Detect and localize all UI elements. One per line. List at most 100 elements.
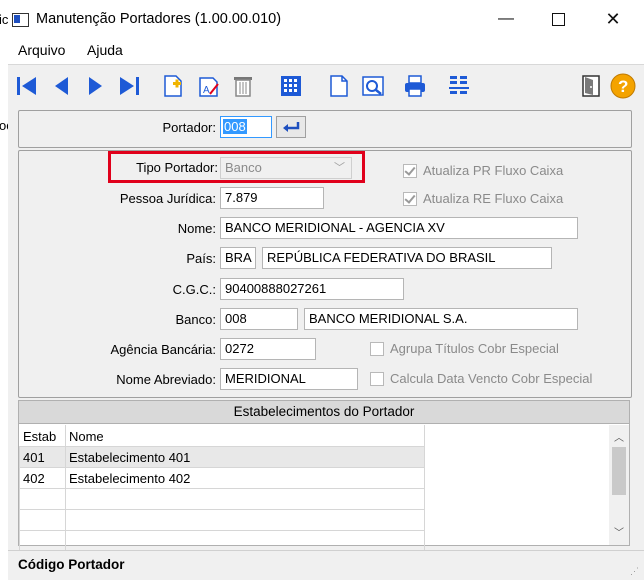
atualiza-re-checkbox[interactable]: Atualiza RE Fluxo Caixa <box>403 191 563 206</box>
status-bar: Código Portador ⋰ <box>8 550 644 580</box>
table-row[interactable] <box>19 530 426 552</box>
toolbar: A ? <box>8 64 644 108</box>
pessoa-juridica-input[interactable]: 7.879 <box>220 187 324 209</box>
tipo-portador-select[interactable]: Banco ﹀ <box>220 157 352 179</box>
maximize-icon <box>551 12 565 26</box>
edit-icon: A <box>199 77 219 97</box>
estab-cell[interactable] <box>19 488 66 510</box>
checkbox-checked-icon <box>403 163 417 178</box>
svg-text:?: ? <box>618 77 628 96</box>
pais-label: País: <box>186 251 216 266</box>
details-group <box>18 150 632 398</box>
estab-cell[interactable]: 401 <box>19 446 66 468</box>
calcula-data-checkbox[interactable]: Calcula Data Vencto Cobr Especial <box>370 371 592 386</box>
grid-table: Estab Nome 401 Estabelecimento 401 402 E… <box>19 425 426 552</box>
print-button[interactable] <box>400 71 430 101</box>
calcula-data-label: Calcula Data Vencto Cobr Especial <box>390 371 593 386</box>
last-icon <box>120 77 139 95</box>
nome-abreviado-label: Nome Abreviado: <box>116 372 216 387</box>
column-header-estab[interactable]: Estab <box>19 425 66 447</box>
banco-label: Banco: <box>175 312 216 327</box>
cgc-label: C.G.C.: <box>172 282 216 297</box>
atualiza-pr-checkbox[interactable]: Atualiza PR Fluxo Caixa <box>403 163 563 178</box>
help-button[interactable]: ? <box>608 71 638 101</box>
exit-button[interactable] <box>576 71 606 101</box>
close-button[interactable]: ✕ <box>590 0 636 38</box>
estab-cell[interactable]: 402 <box>19 467 66 489</box>
list-button[interactable] <box>444 71 474 101</box>
estabelecimentos-grid: Estabelecimentos do Portador Estab Nome … <box>18 400 630 552</box>
blank-page-button[interactable] <box>324 71 354 101</box>
estab-cell[interactable] <box>19 530 66 552</box>
preview-button[interactable] <box>358 71 388 101</box>
table-row[interactable] <box>19 488 426 510</box>
background-window-fragment: ic <box>0 12 9 27</box>
chevron-down-icon: ﹀ <box>334 162 345 174</box>
portador-enter-button[interactable] <box>276 116 306 138</box>
resize-grip-icon[interactable]: ⋰ <box>630 566 639 577</box>
help-icon: ? <box>610 73 636 99</box>
pessoa-juridica-label: Pessoa Jurídica: <box>119 191 216 206</box>
new-icon <box>164 75 182 97</box>
minimize-button[interactable]: — <box>483 0 529 38</box>
agencia-bancaria-input[interactable]: 0272 <box>220 338 316 360</box>
menu-ajuda[interactable]: Ajuda <box>87 42 123 58</box>
scroll-down-icon[interactable]: ﹀ <box>614 524 624 539</box>
scrollbar-thumb[interactable] <box>612 447 626 495</box>
portador-group <box>18 110 632 148</box>
next-icon <box>89 77 102 95</box>
table-row[interactable] <box>19 509 426 531</box>
previous-record-button[interactable] <box>46 71 76 101</box>
checkbox-checked-icon <box>403 191 417 206</box>
table-header-row: Estab Nome <box>19 425 426 447</box>
vertical-scrollbar[interactable]: ︿ ﹀ <box>609 425 629 545</box>
checkbox-unchecked-icon <box>370 341 384 356</box>
agrupa-titulos-checkbox[interactable]: Agrupa Títulos Cobr Especial <box>370 341 559 356</box>
nome-cell[interactable]: Estabelecimento 401 <box>64 446 426 468</box>
last-record-button[interactable] <box>114 71 144 101</box>
new-record-button[interactable] <box>158 71 188 101</box>
nome-input[interactable]: BANCO MERIDIONAL - AGENCIA XV <box>220 217 578 239</box>
scroll-up-icon[interactable]: ︿ <box>614 429 624 444</box>
cgc-input[interactable]: 90400888027261 <box>220 278 404 300</box>
table-row[interactable]: 401 Estabelecimento 401 <box>19 446 426 468</box>
calculator-icon <box>281 76 301 96</box>
calculator-button[interactable] <box>276 71 306 101</box>
previous-icon <box>55 77 68 95</box>
pais-code-input[interactable]: BRA <box>220 247 256 269</box>
next-record-button[interactable] <box>80 71 110 101</box>
portador-value: 008 <box>223 119 247 134</box>
delete-record-button[interactable] <box>228 71 258 101</box>
table-row[interactable]: 402 Estabelecimento 402 <box>19 467 426 489</box>
menu-arquivo[interactable]: Arquivo <box>18 42 65 58</box>
agrupa-titulos-label: Agrupa Títulos Cobr Especial <box>390 341 559 356</box>
nome-cell[interactable] <box>64 509 426 531</box>
checkbox-unchecked-icon <box>370 371 384 386</box>
enter-arrow-icon <box>283 122 300 132</box>
atualiza-pr-label: Atualiza PR Fluxo Caixa <box>423 163 564 178</box>
banco-code-input[interactable]: 008 <box>220 308 298 330</box>
banco-name-input[interactable]: BANCO MERIDIONAL S.A. <box>304 308 578 330</box>
blank-page-icon <box>330 75 348 97</box>
svg-text:A: A <box>203 85 210 96</box>
nome-cell[interactable] <box>64 530 426 552</box>
nome-abreviado-input[interactable]: MERIDIONAL <box>220 368 358 390</box>
portador-input[interactable]: 008 <box>220 116 272 138</box>
window-title: Manutenção Portadores (1.00.00.010) <box>36 11 282 27</box>
column-header-nome[interactable]: Nome <box>64 425 426 447</box>
agencia-bancaria-label: Agência Bancária: <box>110 342 216 357</box>
nome-cell[interactable] <box>64 488 426 510</box>
nome-cell[interactable]: Estabelecimento 402 <box>64 467 426 489</box>
edit-record-button[interactable]: A <box>194 71 224 101</box>
atualiza-re-label: Atualiza RE Fluxo Caixa <box>423 191 564 206</box>
preview-icon <box>362 76 384 96</box>
tipo-portador-label: Tipo Portador: <box>136 160 218 175</box>
maximize-button[interactable] <box>535 0 581 38</box>
window-title-bar: ic Manutenção Portadores (1.00.00.010) —… <box>0 0 644 38</box>
print-icon <box>405 75 425 97</box>
portador-label: Portador: <box>162 120 216 135</box>
first-record-button[interactable] <box>12 71 42 101</box>
pais-name-input[interactable]: REPÚBLICA FEDERATIVA DO BRASIL <box>262 247 552 269</box>
estab-cell[interactable] <box>19 509 66 531</box>
first-icon <box>17 77 36 95</box>
